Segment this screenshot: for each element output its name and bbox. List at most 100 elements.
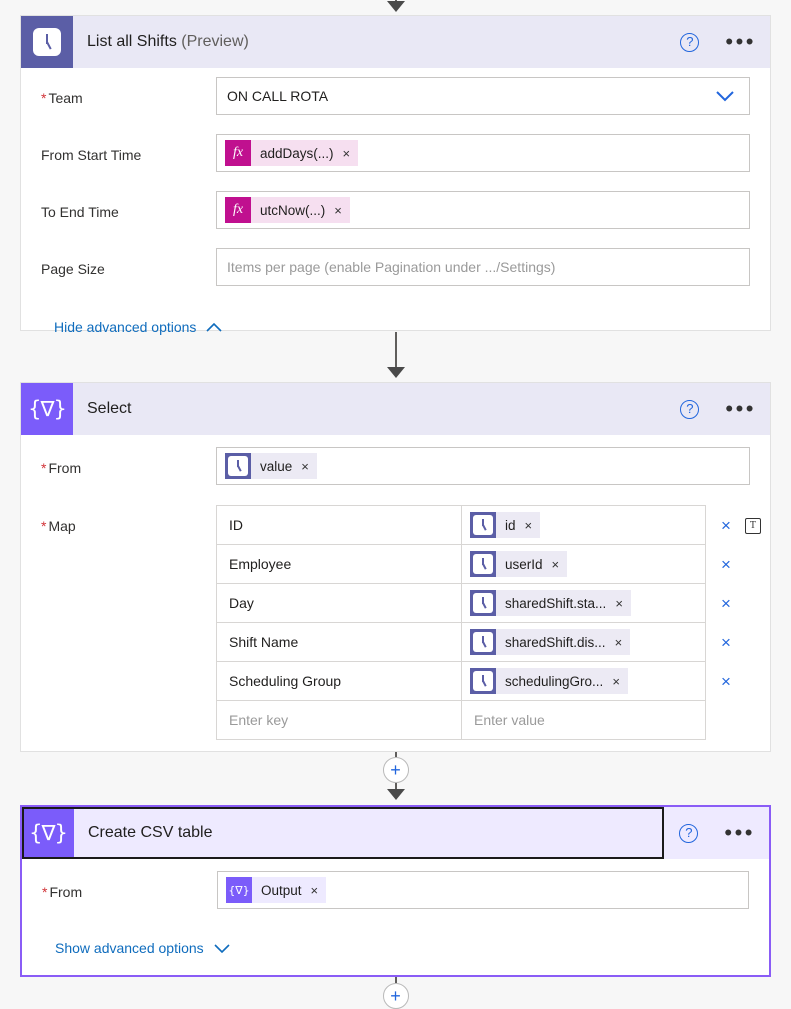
row-actions: × T: [706, 506, 776, 545]
delete-row-icon[interactable]: ×: [721, 634, 731, 651]
page-title: List all Shifts (Preview): [87, 33, 249, 51]
table-row[interactable]: Employee userId ×: [216, 544, 706, 584]
token-chip[interactable]: sharedShift.sta... ×: [470, 590, 631, 616]
chip-remove-icon[interactable]: ×: [343, 146, 351, 161]
arrow-down-icon: [386, 367, 405, 378]
map-value-cell[interactable]: sharedShift.dis... ×: [461, 622, 706, 662]
hide-advanced-options-label: Hide advanced options: [54, 319, 197, 335]
card-body: * From {∇} Output × Show advanced options: [22, 859, 769, 956]
map-key-cell[interactable]: Employee: [216, 544, 462, 584]
more-options-icon[interactable]: •••: [724, 822, 755, 844]
delete-row-icon[interactable]: ×: [721, 673, 731, 690]
map-key-cell[interactable]: Shift Name: [216, 622, 462, 662]
map-key-cell[interactable]: Scheduling Group: [216, 661, 462, 701]
more-options-icon[interactable]: •••: [725, 398, 756, 420]
form-row-page-size: Page Size Items per page (enable Paginat…: [41, 248, 750, 296]
chip-body: utcNow(...) ×: [251, 197, 350, 223]
card-header[interactable]: {∇} Select ? •••: [21, 383, 770, 435]
help-icon[interactable]: ?: [680, 399, 700, 419]
from-field[interactable]: {∇} Output ×: [217, 871, 749, 909]
team-dropdown[interactable]: ON CALL ROTA: [216, 77, 750, 115]
to-end-time-field[interactable]: fx utcNow(...) ×: [216, 191, 750, 229]
required-indicator: *: [42, 884, 48, 900]
field-label-from: * From: [41, 460, 82, 476]
chip-remove-icon[interactable]: ×: [525, 518, 533, 533]
chip-text: id: [505, 517, 516, 533]
token-chip-value[interactable]: value ×: [225, 453, 317, 479]
chip-text: value: [260, 458, 293, 474]
add-step-button[interactable]: +: [382, 757, 409, 783]
delete-row-icon[interactable]: ×: [721, 517, 731, 534]
token-chip[interactable]: schedulingGro... ×: [470, 668, 628, 694]
row-actions: ×: [706, 584, 776, 623]
chip-remove-icon[interactable]: ×: [301, 459, 309, 474]
row-actions: ×: [706, 662, 776, 701]
map-value-input[interactable]: Enter value: [461, 700, 706, 740]
chevron-down-icon[interactable]: [715, 90, 735, 102]
map-table: ID id × Employee userId × Day sharedShif…: [216, 505, 706, 740]
help-icon[interactable]: ?: [679, 823, 699, 843]
map-value-cell[interactable]: schedulingGro... ×: [461, 661, 706, 701]
table-row[interactable]: Scheduling Group schedulingGro... ×: [216, 661, 706, 701]
required-indicator: *: [41, 460, 47, 476]
form-row-from-start-time: From Start Time fx addDays(...) ×: [41, 134, 750, 182]
token-chip[interactable]: userId ×: [470, 551, 568, 577]
switch-to-text-mode-icon[interactable]: T: [744, 517, 761, 534]
action-card-create-csv-table[interactable]: {∇} Create CSV table ? ••• * From {∇} Out…: [20, 805, 771, 977]
chip-body: value ×: [251, 453, 317, 479]
chip-text: sharedShift.dis...: [505, 634, 606, 650]
field-label-from: * From: [42, 884, 83, 900]
required-indicator: *: [41, 90, 47, 106]
card-header[interactable]: List all Shifts (Preview) ? •••: [21, 16, 770, 68]
action-card-select[interactable]: {∇} Select ? ••• * From value × * Map ID…: [20, 382, 771, 752]
token-chip[interactable]: id ×: [470, 512, 541, 538]
more-options-icon[interactable]: •••: [725, 31, 756, 53]
chip-remove-icon[interactable]: ×: [334, 203, 342, 218]
table-row[interactable]: Day sharedShift.sta... ×: [216, 583, 706, 623]
chip-remove-icon[interactable]: ×: [615, 635, 623, 650]
field-label-team: * Team: [41, 90, 83, 106]
header-actions: ? •••: [679, 807, 755, 859]
chip-text: schedulingGro...: [505, 673, 604, 689]
expression-chip-utcnow[interactable]: fx utcNow(...) ×: [225, 197, 350, 223]
map-key-cell[interactable]: ID: [216, 505, 462, 545]
map-value-cell[interactable]: sharedShift.sta... ×: [461, 583, 706, 623]
select-braces-icon: {∇}: [21, 383, 73, 435]
field-label-map: * Map: [41, 518, 76, 534]
table-row[interactable]: Shift Name sharedShift.dis... ×: [216, 622, 706, 662]
chip-remove-icon[interactable]: ×: [311, 883, 319, 898]
card-header[interactable]: {∇} Create CSV table ? •••: [22, 807, 769, 859]
table-row-empty[interactable]: Enter key Enter value: [216, 700, 706, 740]
card-body: * From value × * Map ID id × Employee us…: [21, 435, 770, 740]
token-chip-output[interactable]: {∇} Output ×: [226, 877, 327, 903]
map-key-input[interactable]: Enter key: [216, 700, 462, 740]
row-actions: ×: [706, 623, 776, 662]
shifts-clock-icon: [21, 16, 73, 68]
map-value-placeholder: Enter value: [474, 712, 545, 728]
hide-advanced-options-link[interactable]: Hide advanced options: [54, 319, 750, 335]
from-start-time-field[interactable]: fx addDays(...) ×: [216, 134, 750, 172]
form-row-from: * From {∇} Output ×: [42, 871, 749, 919]
connector-top: [0, 0, 791, 12]
from-field[interactable]: value ×: [216, 447, 750, 485]
map-key-cell[interactable]: Day: [216, 583, 462, 623]
delete-row-icon[interactable]: ×: [721, 595, 731, 612]
chip-text: utcNow(...): [260, 202, 326, 218]
chip-remove-icon[interactable]: ×: [612, 674, 620, 689]
show-advanced-options-link[interactable]: Show advanced options: [55, 940, 749, 956]
map-key-placeholder: Enter key: [229, 712, 289, 728]
chip-remove-icon[interactable]: ×: [615, 596, 623, 611]
page-size-placeholder: Items per page (enable Pagination under …: [227, 259, 556, 275]
braces-funnel-glyph: {∇}: [28, 396, 67, 421]
expression-chip-adddays[interactable]: fx addDays(...) ×: [225, 140, 359, 166]
map-value-cell[interactable]: userId ×: [461, 544, 706, 584]
chip-remove-icon[interactable]: ×: [552, 557, 560, 572]
delete-row-icon[interactable]: ×: [721, 556, 731, 573]
page-size-input[interactable]: Items per page (enable Pagination under …: [216, 248, 750, 286]
table-row[interactable]: ID id ×: [216, 505, 706, 545]
help-icon[interactable]: ?: [680, 32, 700, 52]
add-step-button-bottom[interactable]: +: [382, 983, 409, 1009]
token-chip[interactable]: sharedShift.dis... ×: [470, 629, 631, 655]
action-card-list-all-shifts[interactable]: List all Shifts (Preview) ? ••• * Team ON…: [20, 15, 771, 335]
map-value-cell[interactable]: id ×: [461, 505, 706, 545]
